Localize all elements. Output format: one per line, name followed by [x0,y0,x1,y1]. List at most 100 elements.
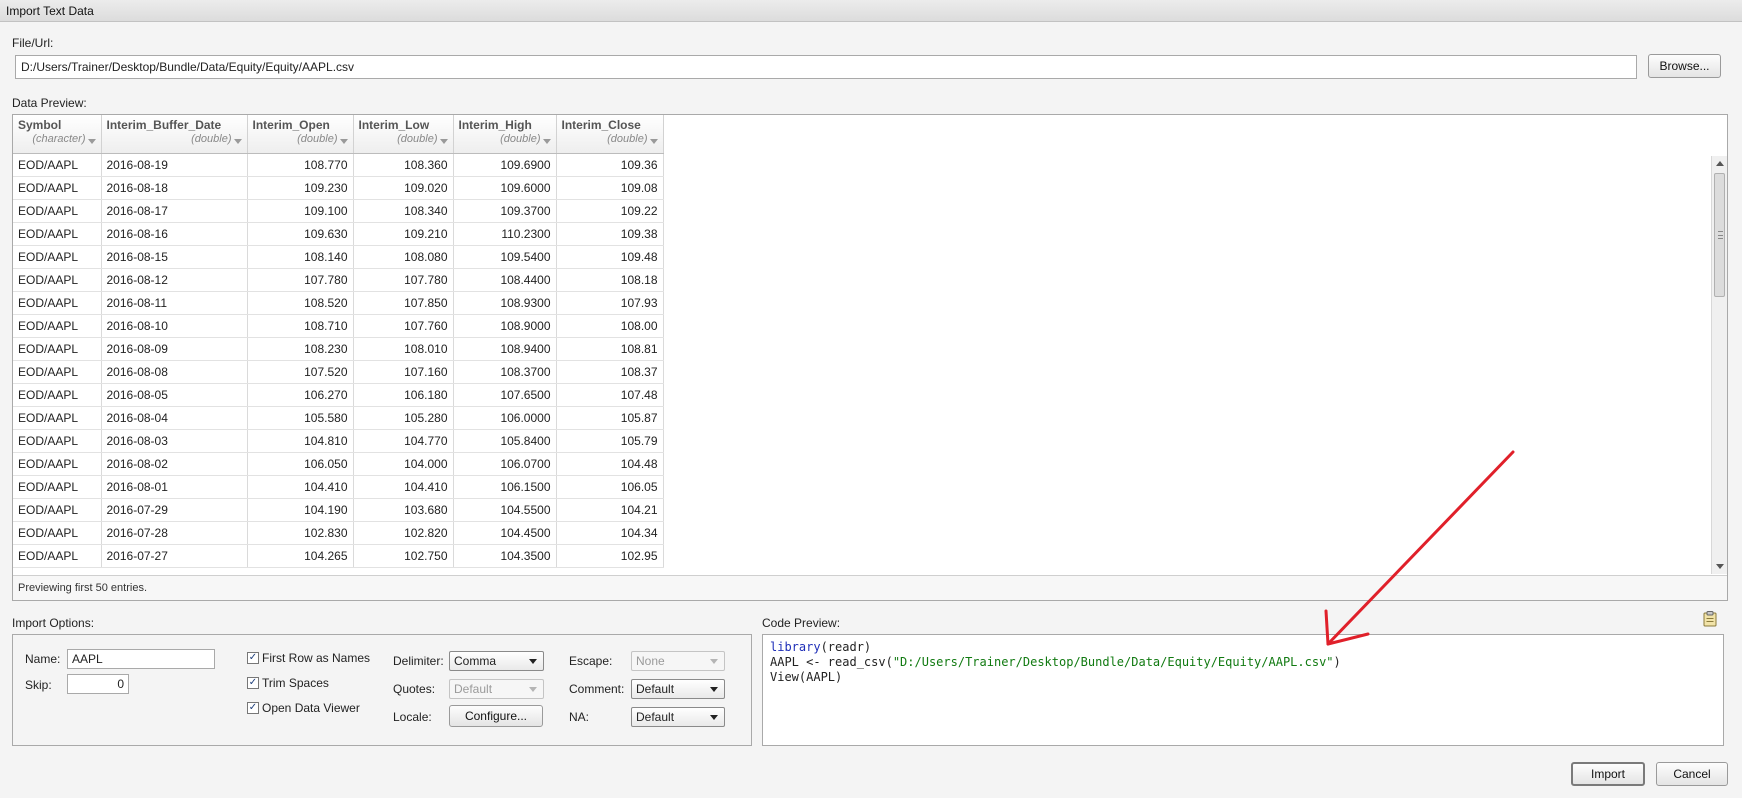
table-cell: 110.2300 [453,222,557,246]
scroll-down-arrow-icon[interactable] [1716,564,1724,569]
column-menu-icon[interactable] [87,138,96,144]
table-cell: 2016-08-19 [101,153,248,177]
table-cell: 108.340 [353,199,454,223]
preview-vertical-scrollbar[interactable] [1711,156,1727,574]
table-row: EOD/AAPL 2016-08-19 108.770 108.360 109.6900… [13,153,664,177]
na-select[interactable]: Default [631,707,725,727]
table-cell: 2016-08-03 [101,429,248,453]
table-cell: EOD/AAPL [13,452,102,476]
table-cell: 108.81 [556,337,664,361]
column-menu-icon[interactable] [439,138,448,144]
table-cell: 109.38 [556,222,664,246]
table-cell: 106.270 [247,383,354,407]
table-cell: 108.710 [247,314,354,338]
cancel-button[interactable]: Cancel [1656,762,1728,786]
file-url-input[interactable]: D:/Users/Trainer/Desktop/Bundle/Data/Equ… [15,55,1637,79]
table-cell: EOD/AAPL [13,383,102,407]
table-cell: 104.4500 [453,521,557,545]
table-cell: 108.37 [556,360,664,384]
code-preview-editor[interactable]: library(readr) AAPL <- read_csv("D:/User… [762,634,1724,746]
chevron-down-icon [710,715,718,720]
column-type: (double) [607,133,648,145]
copy-to-clipboard-icon[interactable] [1703,611,1717,627]
na-value: Default [636,710,675,724]
table-cell: 109.3700 [453,199,557,223]
skip-input[interactable]: 0 [67,674,129,694]
column-header-symbol[interactable]: Symbol (character) [13,115,102,154]
table-cell: 108.3700 [453,360,557,384]
table-cell: 104.48 [556,452,664,476]
table-cell: EOD/AAPL [13,245,102,269]
column-menu-icon[interactable] [649,138,658,144]
table-cell: 109.5400 [453,245,557,269]
table-cell: 108.140 [247,245,354,269]
comment-select[interactable]: Default [631,679,725,699]
table-cell: 102.750 [353,544,454,568]
scroll-up-arrow-icon[interactable] [1716,161,1724,166]
column-header-buffer-date[interactable]: Interim_Buffer_Date (double) [101,115,248,154]
column-menu-icon[interactable] [339,138,348,144]
table-cell: 108.360 [353,153,454,177]
table-cell: 106.1500 [453,475,557,499]
table-cell: EOD/AAPL [13,521,102,545]
column-menu-icon[interactable] [233,138,242,144]
red-annotation-arrow-icon [1324,450,1515,646]
table-cell: 2016-08-04 [101,406,248,430]
table-cell: 2016-08-15 [101,245,248,269]
column-type: (double) [191,133,232,145]
table-cell: 108.00 [556,314,664,338]
table-cell: 106.050 [247,452,354,476]
delimiter-select[interactable]: Comma [449,651,544,671]
table-cell: 2016-08-10 [101,314,248,338]
code-line: AAPL <- read_csv("D:/Users/Trainer/Deskt… [770,655,1716,670]
table-row: EOD/AAPL 2016-07-28 102.830 102.820 104.4500… [13,521,664,545]
column-name: Interim_Close [561,118,641,132]
table-cell: 108.9300 [453,291,557,315]
table-cell: 108.770 [247,153,354,177]
table-cell: 102.95 [556,544,664,568]
table-row: EOD/AAPL 2016-07-29 104.190 103.680 104.5500… [13,498,664,522]
import-button[interactable]: Import [1571,762,1645,786]
quotes-value: Default [454,682,493,696]
scroll-thumb[interactable] [1714,173,1725,297]
code-keyword: library [770,640,821,654]
checkbox-checked-icon: ✓ [247,677,259,689]
locale-label: Locale: [393,710,432,724]
skip-label: Skip: [25,678,52,692]
na-label: NA: [569,710,590,724]
table-cell: EOD/AAPL [13,429,102,453]
configure-button[interactable]: Configure... [449,705,543,727]
chevron-down-icon [710,687,718,692]
column-menu-icon[interactable] [542,138,551,144]
table-cell: 2016-08-08 [101,360,248,384]
table-cell: 107.160 [353,360,454,384]
table-cell: EOD/AAPL [13,176,102,200]
name-input[interactable]: AAPL [67,649,215,669]
column-header-high[interactable]: Interim_High (double) [453,115,557,154]
chevron-down-icon [529,659,537,664]
table-cell: 104.265 [247,544,354,568]
table-cell: 105.87 [556,406,664,430]
table-cell: 108.080 [353,245,454,269]
table-row: EOD/AAPL 2016-08-03 104.810 104.770 105.8400… [13,429,664,453]
table-cell: 106.0700 [453,452,557,476]
browse-button[interactable]: Browse... [1648,54,1721,78]
column-name: Interim_Low [358,118,430,132]
quotes-label: Quotes: [393,682,436,696]
column-name: Interim_Buffer_Date [106,118,222,132]
column-header-low[interactable]: Interim_Low (double) [353,115,454,154]
table-cell: 109.230 [247,176,354,200]
table-cell: 108.230 [247,337,354,361]
column-type: (double) [397,133,438,145]
table-cell: 108.9400 [453,337,557,361]
table-cell: 105.8400 [453,429,557,453]
column-header-close[interactable]: Interim_Close (double) [556,115,664,154]
code-line: library(readr) [770,640,1716,655]
open-data-viewer-checkbox[interactable]: ✓ Open Data Viewer [247,701,360,715]
trim-spaces-checkbox[interactable]: ✓ Trim Spaces [247,676,329,690]
table-cell: 108.520 [247,291,354,315]
first-row-names-checkbox[interactable]: ✓ First Row as Names [247,651,370,665]
column-header-open[interactable]: Interim_Open (double) [247,115,354,154]
table-cell: 104.5500 [453,498,557,522]
table-cell: 2016-08-02 [101,452,248,476]
